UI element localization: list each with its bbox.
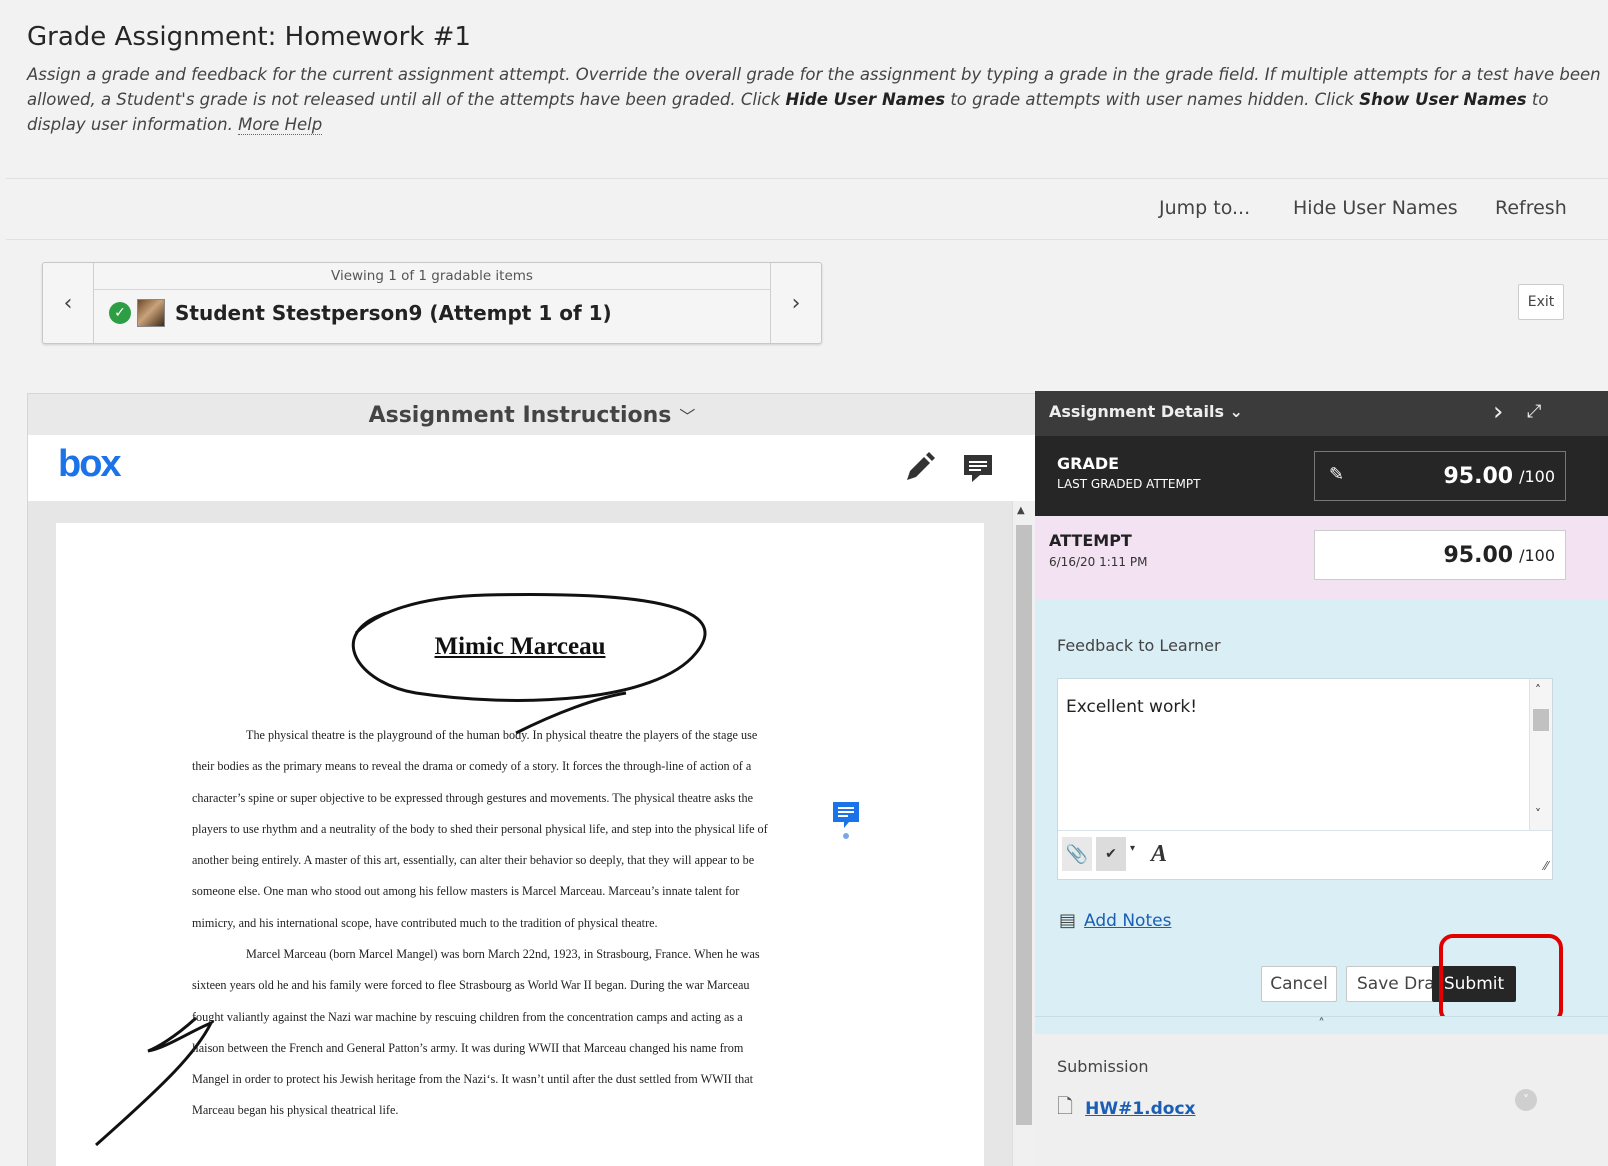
overall-grade-field[interactable]: ✎ 95.00/100	[1314, 451, 1566, 501]
refresh-link[interactable]: Refresh	[1495, 197, 1567, 219]
document-viewport[interactable]: Mimic Marceau The physical theatre is th…	[27, 501, 1013, 1166]
doc-line: Marcel Marceau (born Marcel Mangel) was …	[246, 947, 760, 961]
ink-annotations	[95, 592, 707, 1147]
feedback-section: Feedback to Learner Excellent work! ˄ ˅ …	[1035, 600, 1608, 1024]
box-toolbar: box	[27, 435, 1036, 502]
notes-icon: ▤	[1059, 910, 1077, 931]
submission-file-link[interactable]: HW#1.docx	[1085, 1099, 1195, 1119]
assignment-details-toggle[interactable]: Assignment Details ⌄	[1049, 402, 1243, 421]
spellcheck-dropdown-icon[interactable]: ▾	[1130, 843, 1135, 854]
gradable-items-caption: Viewing 1 of 1 gradable items	[94, 263, 770, 290]
doc-line: liaison between the French and General P…	[192, 1041, 744, 1055]
submission-file[interactable]: 🗋 HW#1.docx	[1057, 1092, 1196, 1126]
grade-row: GRADE LAST GRADED ATTEMPT ✎ 95.00/100	[1035, 436, 1608, 516]
student-avatar	[137, 299, 165, 327]
doc-line: mimicry, and his international scope, ha…	[192, 916, 658, 930]
graded-check-icon: ✓	[109, 302, 131, 324]
scroll-down-icon[interactable]: ˅	[1535, 807, 1541, 821]
chevron-up-icon[interactable]: ˄	[1318, 1017, 1325, 1032]
save-draft-button[interactable]: Save Draft	[1346, 966, 1442, 1002]
highlight-callout	[1439, 934, 1563, 1024]
doc-line: fought valiantly against the Nazi war ma…	[192, 1010, 743, 1024]
assignment-instructions-label: Assignment Instructions	[368, 402, 672, 428]
feedback-text[interactable]: Excellent work!	[1066, 697, 1197, 717]
text-format-icon[interactable]: A	[1144, 837, 1174, 871]
cancel-button[interactable]: Cancel	[1261, 966, 1337, 1002]
scrollbar-thumb[interactable]	[1016, 525, 1032, 1125]
pencil-icon[interactable]	[902, 451, 936, 485]
page-title: Grade Assignment: Homework #1	[27, 22, 471, 52]
expand-icon[interactable]: ⤢	[1527, 401, 1541, 422]
editor-scrollbar[interactable]: ˄ ˅	[1529, 679, 1552, 830]
attach-file-icon[interactable]: 📎	[1062, 837, 1092, 871]
editor-toolbar: 📎 ✔ ▾ A ⁄⁄	[1058, 830, 1552, 879]
attempt-date: 6/16/20 1:11 PM	[1049, 555, 1148, 569]
submission-label: Submission	[1057, 1057, 1149, 1076]
hide-user-names-link[interactable]: Hide User Names	[1293, 197, 1458, 219]
doc-line: their bodies as the primary means to rev…	[192, 759, 752, 773]
grade-label: GRADE	[1057, 454, 1120, 473]
doc-line: players to use rhythm and a neutrality o…	[192, 822, 768, 836]
comment-icon[interactable]	[962, 453, 994, 485]
divider	[6, 178, 1608, 179]
submission-section: Submission 🗋 HW#1.docx ˅	[1035, 1034, 1608, 1166]
document-scrollbar[interactable]: ▲	[1012, 501, 1035, 1166]
divider	[6, 239, 1608, 240]
chevron-down-icon: ⌄	[1229, 402, 1243, 421]
attempt-navigator: ‹ Viewing 1 of 1 gradable items ✓ Studen…	[42, 262, 822, 344]
more-help-link[interactable]: More Help	[238, 115, 323, 135]
scroll-up-icon[interactable]: ▲	[1017, 505, 1025, 516]
attempt-row: ATTEMPT 6/16/20 1:11 PM 95.00/100	[1035, 516, 1608, 600]
doc-line: another being entirely. A master of this…	[192, 853, 755, 867]
add-notes-link[interactable]: ▤ Add Notes	[1059, 910, 1171, 931]
grade-sublabel: LAST GRADED ATTEMPT	[1057, 477, 1201, 491]
collapse-toggle[interactable]: ˄	[1035, 1016, 1608, 1035]
file-icon: 🗋	[1057, 1094, 1074, 1118]
student-row: ✓ Student Stestperson9 (Attempt 1 of 1)	[109, 299, 612, 327]
assignment-instructions-toggle[interactable]: Assignment Instructions ﹀	[27, 393, 1037, 437]
spellcheck-icon[interactable]: ✔	[1096, 837, 1126, 871]
doc-line: character’s spine or super objective to …	[192, 791, 754, 805]
feedback-editor[interactable]: Excellent work! ˄ ˅ 📎 ✔ ▾ A ⁄⁄	[1057, 678, 1553, 880]
doc-line: someone else. One man who stood out amon…	[192, 884, 740, 898]
edit-pencil-icon[interactable]: ✎	[1329, 464, 1344, 485]
feedback-label: Feedback to Learner	[1057, 636, 1221, 655]
attempt-label: ATTEMPT	[1049, 531, 1132, 550]
comment-marker-icon[interactable]	[832, 801, 860, 843]
next-attempt-button[interactable]: ›	[770, 263, 821, 343]
scroll-up-icon[interactable]: ˄	[1535, 683, 1541, 697]
chevron-down-icon: ﹀	[679, 407, 696, 426]
assignment-details-header: Assignment Details ⌄ › ⤢	[1035, 391, 1608, 436]
file-options-icon[interactable]: ˅	[1515, 1089, 1537, 1111]
doc-line: The physical theatre is the playground o…	[246, 728, 758, 742]
jump-to-link[interactable]: Jump to...	[1159, 197, 1250, 219]
resize-handle-icon[interactable]: ⁄⁄	[1544, 859, 1548, 873]
doc-line: Marceau began his physical theatrical li…	[192, 1103, 399, 1117]
document-page: Mimic Marceau The physical theatre is th…	[56, 523, 984, 1166]
previous-attempt-button[interactable]: ‹	[43, 263, 94, 343]
attempt-grade-input[interactable]: 95.00/100	[1314, 530, 1566, 580]
chevron-right-icon[interactable]: ›	[1493, 397, 1503, 427]
student-name: Student Stestperson9 (Attempt 1 of 1)	[175, 301, 612, 325]
exit-button[interactable]: Exit	[1518, 284, 1564, 320]
doc-line: sixteen years old he and his family were…	[192, 978, 750, 992]
page-instructions: Assign a grade and feedback for the curr…	[27, 65, 1601, 135]
scrollbar-thumb[interactable]	[1533, 709, 1549, 731]
doc-line: Mangel in order to protect his Jewish he…	[192, 1072, 754, 1086]
box-logo: box	[58, 443, 122, 485]
